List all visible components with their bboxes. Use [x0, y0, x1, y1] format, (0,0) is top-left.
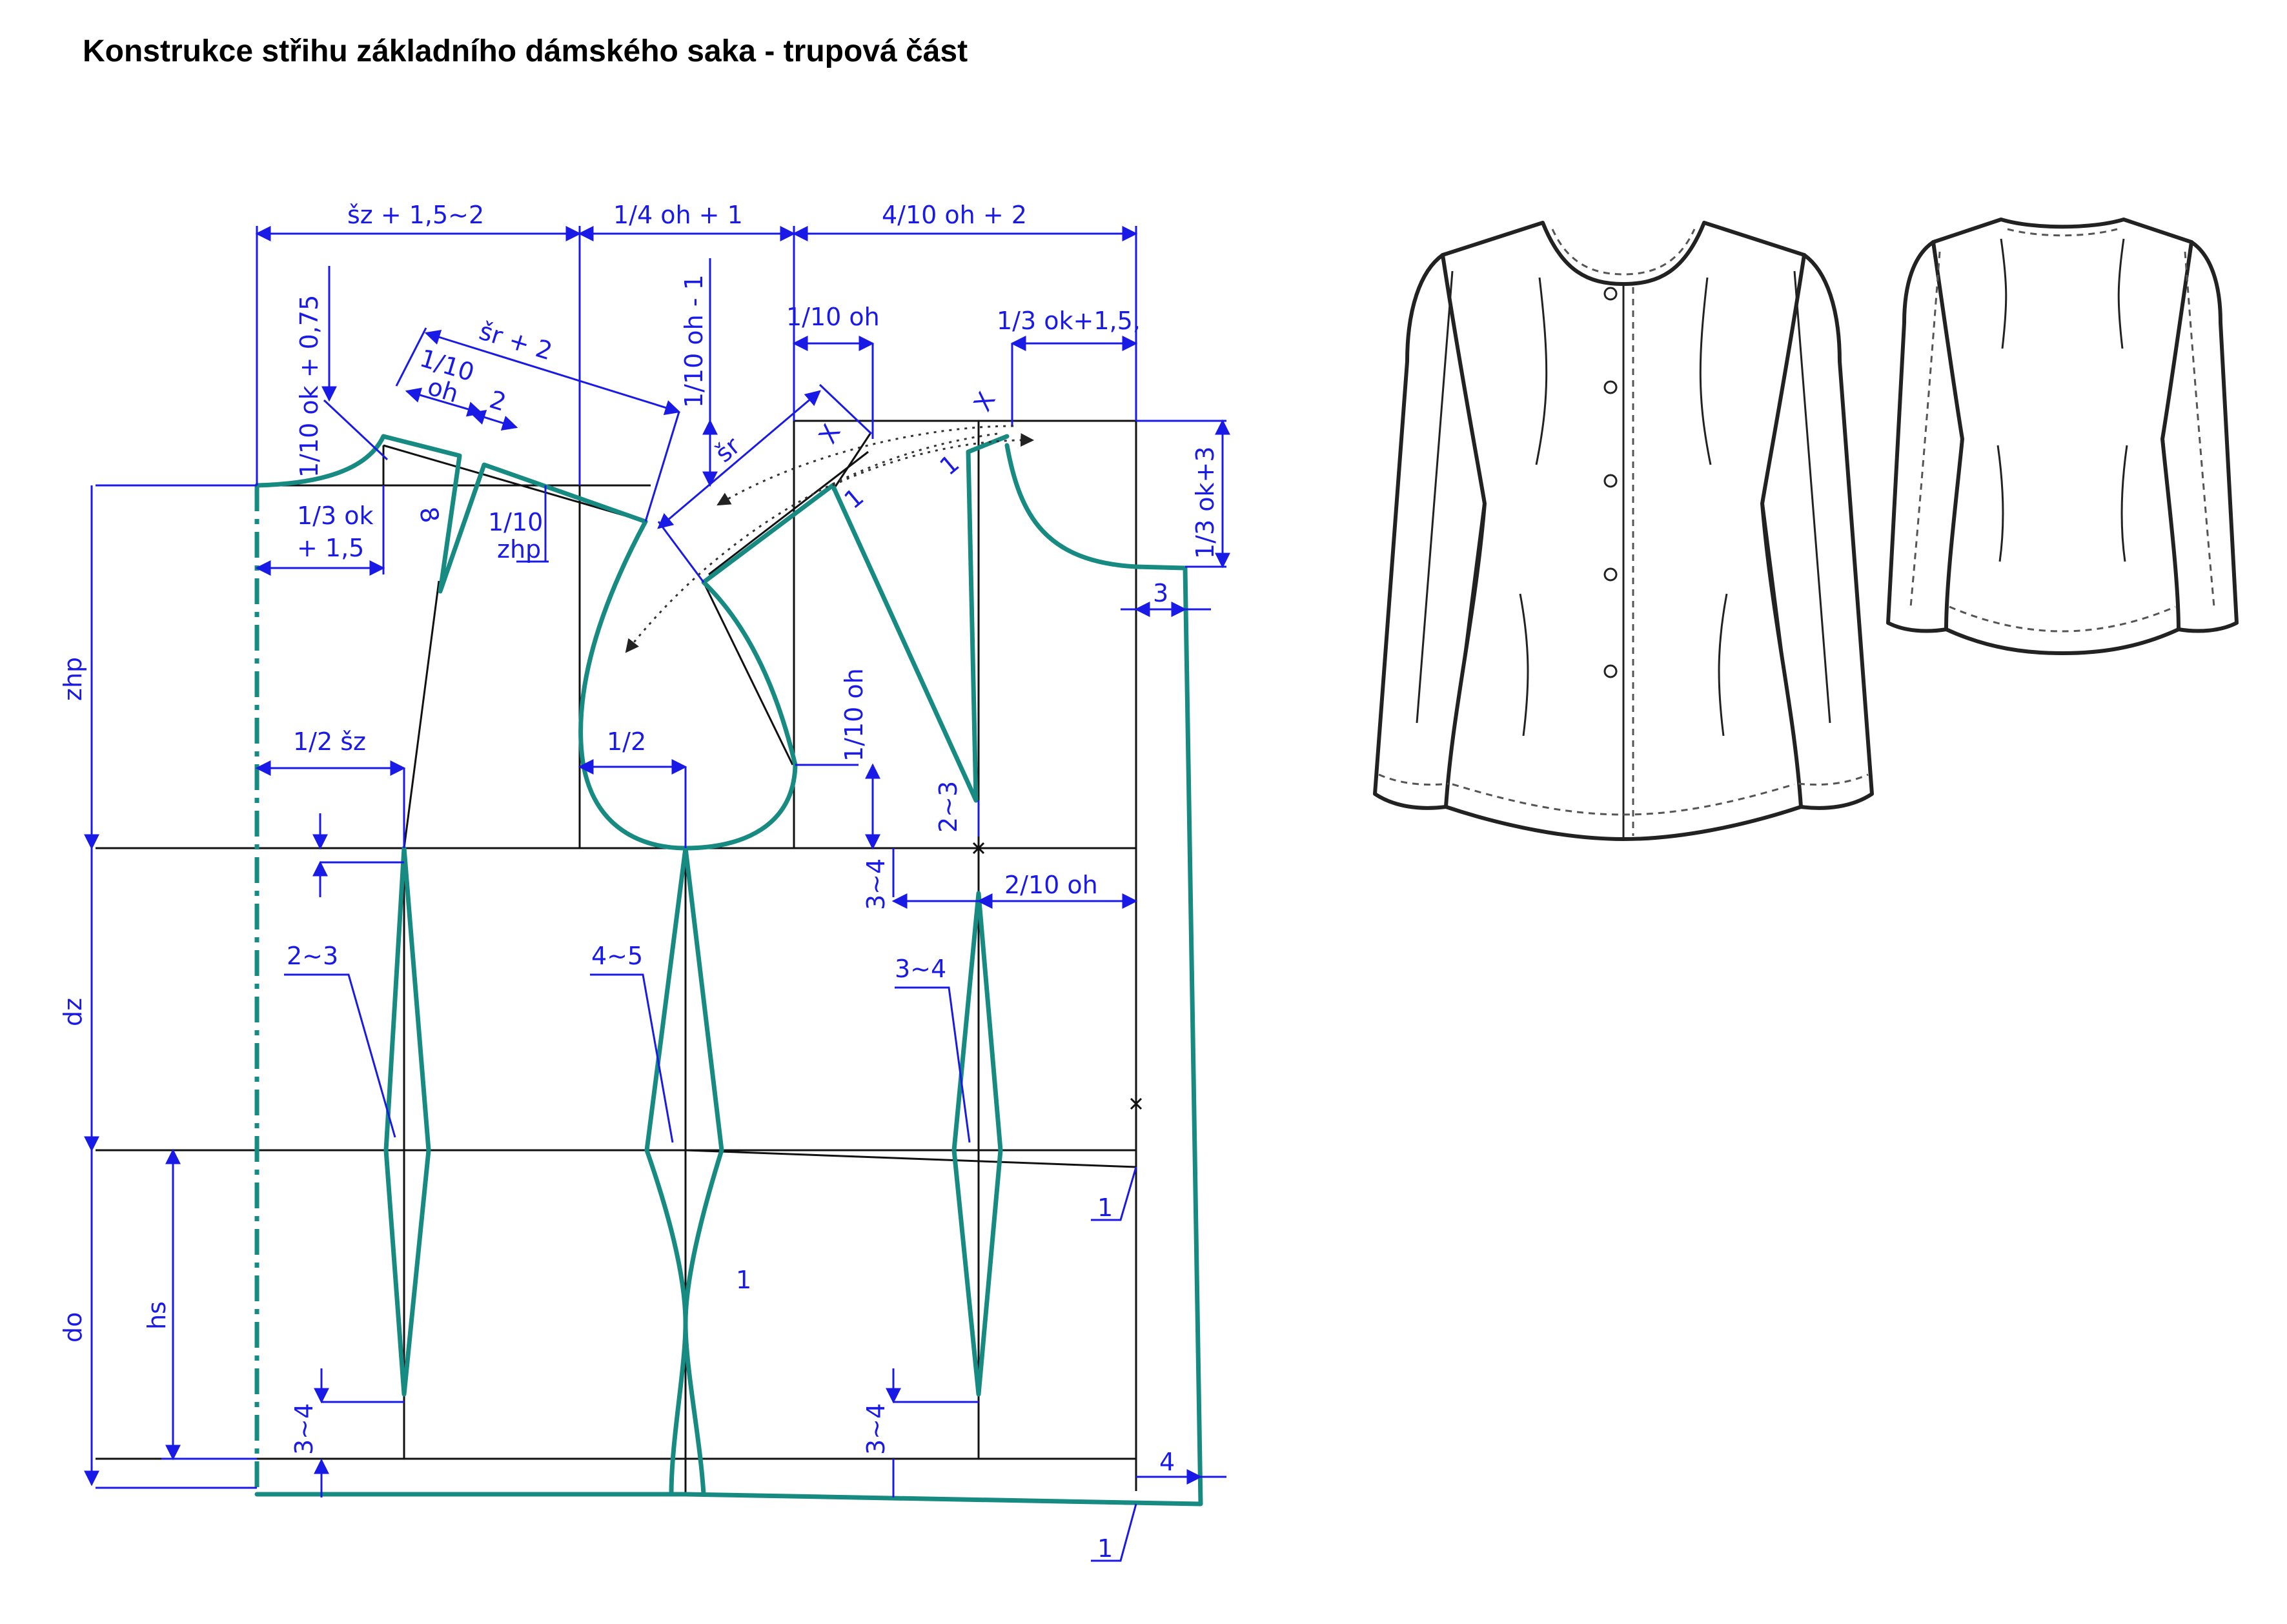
label-tenth-ok-075: 1/10 ok + 0,75 [295, 295, 323, 478]
label-x2: X [968, 387, 1001, 416]
label-tenth-oh-front: 1/10 oh [786, 303, 880, 331]
label-half: 1/2 [607, 727, 646, 756]
labels: šz + 1,5~2 1/4 oh + 1 4/10 oh + 2 1/10 o… [59, 201, 1219, 1563]
label-one-d: 1 [1097, 1534, 1113, 1563]
label-four: 4 [1159, 1448, 1175, 1476]
label-third-ok-b: + 1,5 [297, 534, 364, 562]
label-sr-plus2: šr + 2 [476, 317, 555, 366]
jacket-front-sketch [1373, 221, 1874, 841]
label-third-ok-a: 1/3 ok [297, 502, 374, 530]
label-x1: X [813, 420, 846, 449]
label-hs: hs [143, 1301, 171, 1330]
pattern-outline [254, 434, 1203, 1507]
label-tenth-zhp-a: 1/10 [488, 508, 543, 536]
label-eight: 8 [414, 505, 445, 525]
label-two-three: 2~3 [287, 942, 338, 970]
label-do: do [59, 1312, 87, 1343]
label-three-four-a: 3~4 [862, 858, 890, 910]
label-one-a: 1 [935, 449, 965, 481]
label-one-mid: 1 [736, 1266, 751, 1294]
label-four-tenth-oh: 4/10 oh + 2 [882, 201, 1027, 229]
label-quarter-oh: 1/4 oh + 1 [613, 201, 743, 229]
label-four-five: 4~5 [591, 942, 643, 970]
label-three-four-b: 3~4 [895, 955, 946, 983]
pattern-diagram: šz + 1,5~2 1/4 oh + 1 4/10 oh + 2 1/10 o… [59, 201, 2239, 1563]
label-tenth-zhp-b: zhp [497, 535, 541, 563]
label-zhp: zhp [59, 657, 87, 701]
label-two-three-v: 2~3 [934, 781, 962, 833]
label-two-tenth-oh: 2/10 oh [1004, 871, 1098, 899]
label-tenth-oh-vert: 1/10 oh [840, 668, 868, 762]
label-half-sz: 1/2 šz [293, 727, 366, 756]
label-dz: dz [59, 998, 87, 1026]
label-third-ok-3: 1/3 ok+3 [1191, 446, 1219, 559]
label-two-small: 2 [486, 385, 509, 417]
jacket-back-sketch [1886, 218, 2239, 655]
label-sz: šz + 1,5~2 [347, 201, 484, 229]
label-one-c: 1 [1097, 1193, 1113, 1222]
label-tenth-oh-minus1: 1/10 oh - 1 [680, 274, 708, 408]
label-sr: šr [710, 431, 746, 468]
label-third-ok-15: 1/3 ok+1,5, [997, 307, 1141, 335]
label-three-four-c: 3~4 [290, 1403, 318, 1455]
label-three: 3 [1153, 579, 1168, 607]
label-three-four-d: 3~4 [862, 1403, 890, 1455]
